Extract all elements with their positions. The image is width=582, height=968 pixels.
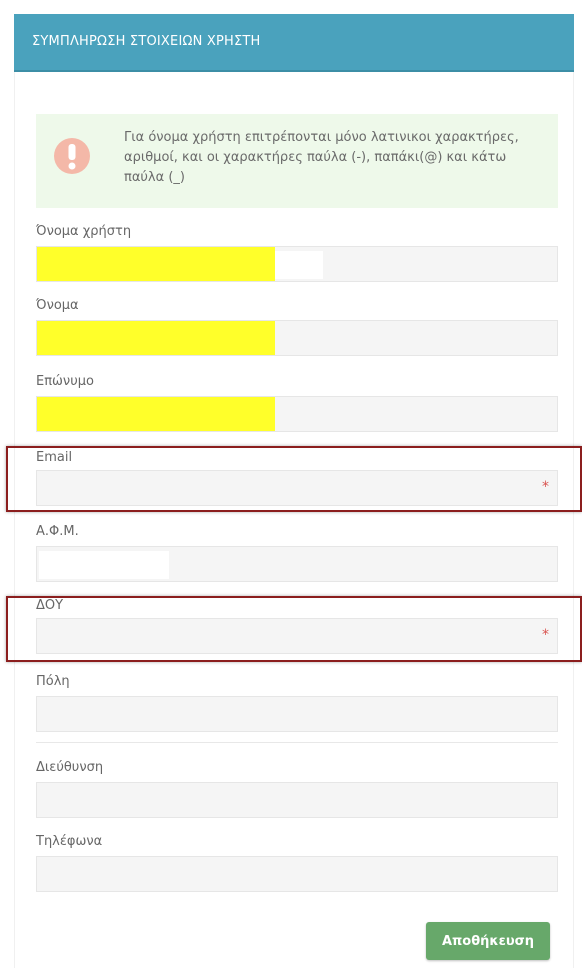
city-input[interactable] [37,697,557,731]
redaction-mark [37,397,275,431]
city-label: Πόλη [36,674,70,689]
input-highlight [275,251,323,279]
save-button[interactable]: Αποθήκευση [426,922,550,960]
page: ΣΥΜΠΛΗΡΩΣΗ ΣΤΟΙΧΕΙΩΝ ΧΡΗΣΤΗ Για όνομα χρ… [0,0,582,968]
page-title: ΣΥΜΠΛΗΡΩΣΗ ΣΤΟΙΧΕΙΩΝ ΧΡΗΣΤΗ [32,34,261,49]
card-header: ΣΥΜΠΛΗΡΩΣΗ ΣΤΟΙΧΕΙΩΝ ΧΡΗΣΤΗ [14,14,574,72]
phones-input[interactable] [37,857,557,891]
address-field[interactable] [36,782,558,818]
exclamation-icon [54,138,90,174]
alert-message: Για όνομα χρήστη επιτρέπονται μόνο λατιν… [124,130,519,185]
address-label: Διεύθυνση [36,760,104,775]
phones-field[interactable] [36,856,558,892]
doy-label: ΔΟΥ [36,598,64,613]
redaction-mark [37,247,275,281]
last-name-field[interactable] [36,396,558,432]
info-alert: Για όνομα χρήστη επιτρέπονται μόνο λατιν… [36,114,558,208]
email-input[interactable] [37,471,557,505]
first-name-field[interactable] [36,320,558,356]
address-input[interactable] [37,783,557,817]
city-field[interactable] [36,696,558,732]
required-marker: * [542,627,549,643]
email-field[interactable]: * [36,470,558,506]
input-highlight [39,551,169,579]
username-field[interactable] [36,246,558,282]
doy-input[interactable] [37,619,557,653]
first-name-label: Όνομα [36,298,79,313]
required-marker: * [542,479,549,495]
redaction-mark [37,321,275,355]
doy-field[interactable]: * [36,618,558,654]
divider [36,742,558,743]
username-label: Όνομα χρήστη [36,224,132,239]
phones-label: Τηλέφωνα [36,834,103,849]
last-name-label: Επώνυμο [36,374,94,389]
afm-field[interactable] [36,546,558,582]
email-label: Email [36,450,73,465]
afm-label: Α.Φ.Μ. [36,524,79,539]
